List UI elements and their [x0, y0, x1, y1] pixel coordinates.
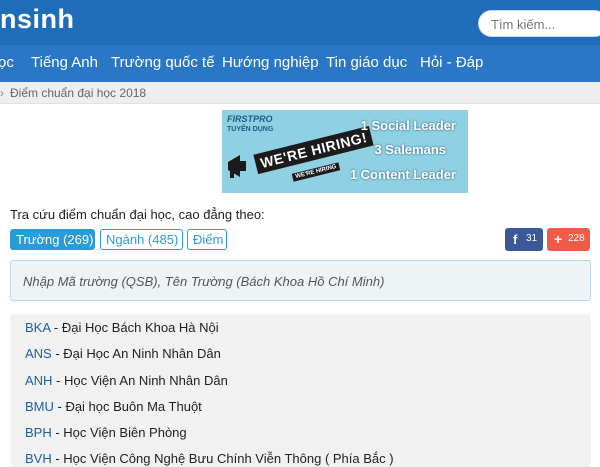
school-list: BKA - Đại Học Bách Khoa Hà Nội ANS - Đại…	[10, 314, 591, 467]
banner-line-1: 1 Social Leader	[360, 118, 456, 133]
header-search[interactable]	[478, 10, 600, 37]
school-search-box[interactable]	[10, 260, 591, 301]
lookup-label: Tra cứu điểm chuẩn đại học, cao đẳng the…	[10, 207, 265, 222]
list-item[interactable]: ANH - Học Viện An Ninh Nhân Dân	[25, 373, 228, 388]
nav-item-hoc[interactable]: ọc	[0, 54, 14, 71]
hiring-banner[interactable]: FIRSTPRO TUYỂN DỤNG WE'RE HIRING! WE'RE …	[222, 110, 468, 193]
school-search-input[interactable]	[23, 272, 578, 290]
school-code[interactable]: BKA	[25, 320, 50, 335]
tab-truong[interactable]: Trường (269)	[10, 229, 95, 250]
school-name[interactable]: - Học Viện An Ninh Nhân Dân	[52, 373, 228, 388]
school-code[interactable]: ANH	[25, 373, 52, 388]
list-item[interactable]: BPH - Học Viện Biên Phòng	[25, 425, 187, 440]
facebook-icon: f	[513, 232, 518, 247]
plus-icon: +	[554, 231, 563, 247]
nav-item-huong-nghiep[interactable]: Hướng nghiệp	[222, 54, 319, 71]
list-item[interactable]: BMU - Đại học Buôn Ma Thuột	[25, 399, 202, 414]
list-item[interactable]: BKA - Đại Học Bách Khoa Hà Nội	[25, 320, 219, 335]
top-header: nsinh	[0, 0, 600, 45]
banner-line-3: 1 Content Leader	[349, 167, 456, 182]
school-name[interactable]: - Học Viện Công Nghệ Bưu Chính Viễn Thôn…	[52, 451, 393, 466]
plus-share-button[interactable]: + 228	[547, 228, 590, 251]
school-code[interactable]: ANS	[25, 346, 52, 361]
banner-hiring-small: WE'RE HIRING	[291, 162, 341, 182]
school-name[interactable]: - Học Viện Biên Phòng	[52, 425, 186, 440]
tab-nganh[interactable]: Ngành (485)	[100, 229, 183, 250]
nav-item-tin-giao-duc[interactable]: Tin giáo dục	[326, 54, 407, 71]
megaphone-icon	[228, 155, 246, 178]
nav-item-truong-quoc-te[interactable]: Trường quốc tế	[111, 54, 215, 71]
facebook-share-button[interactable]: f 31	[505, 228, 543, 251]
school-code[interactable]: BMU	[25, 399, 54, 414]
nav-item-tieng-anh[interactable]: Tiếng Anh	[31, 54, 98, 71]
list-item[interactable]: BVH - Học Viện Công Nghệ Bưu Chính Viễn …	[25, 451, 394, 466]
header-search-input[interactable]	[491, 15, 600, 33]
banner-subtitle: TUYỂN DỤNG	[227, 126, 274, 133]
banner-line-2: 3 Salemans	[374, 142, 446, 157]
school-code[interactable]: BVH	[25, 451, 52, 466]
site-logo[interactable]: nsinh	[0, 4, 75, 35]
banner-brand: FIRSTPRO	[227, 114, 273, 124]
tab-diem[interactable]: Điểm	[187, 229, 227, 250]
school-name[interactable]: - Đại học Buôn Ma Thuột	[54, 399, 202, 414]
breadcrumb-separator: ›	[0, 86, 4, 100]
main-nav: ọc Tiếng Anh Trường quốc tế Hướng nghiệp…	[0, 45, 600, 82]
school-code[interactable]: BPH	[25, 425, 52, 440]
school-name[interactable]: - Đại Học An Ninh Nhân Dân	[52, 346, 220, 361]
facebook-share-count: 31	[526, 233, 538, 244]
school-name[interactable]: - Đại Học Bách Khoa Hà Nội	[50, 320, 219, 335]
breadcrumb-current[interactable]: Điểm chuẩn đại học 2018	[10, 86, 146, 100]
breadcrumb: › Điểm chuẩn đại học 2018	[0, 82, 600, 104]
plus-share-count: 228	[568, 233, 585, 244]
nav-item-hoi-dap[interactable]: Hỏi - Đáp	[420, 54, 483, 71]
list-item[interactable]: ANS - Đại Học An Ninh Nhân Dân	[25, 346, 221, 361]
